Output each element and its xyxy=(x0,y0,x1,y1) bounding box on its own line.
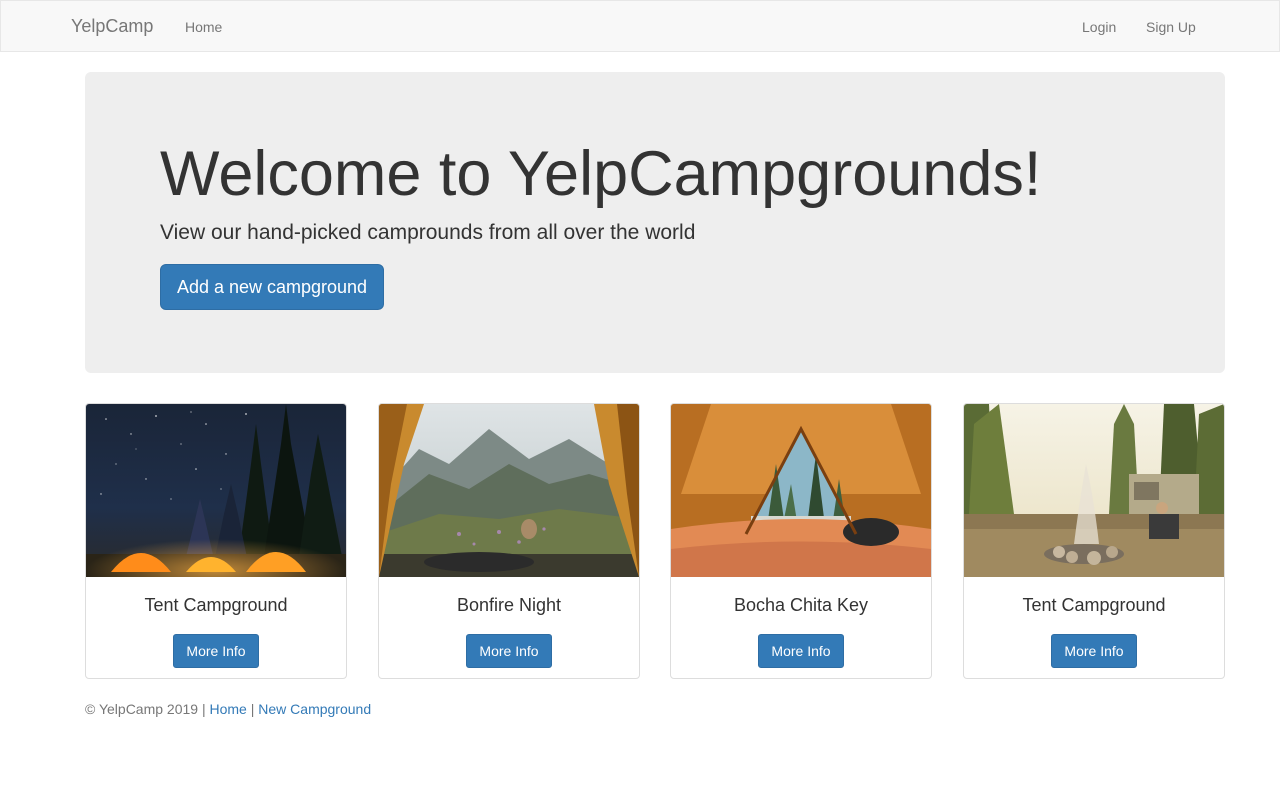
footer-home-link[interactable]: Home xyxy=(210,701,247,717)
footer-separator: | xyxy=(198,701,210,717)
tent-view-forest-photo[interactable] xyxy=(671,404,931,577)
more-info-button[interactable]: More Info xyxy=(173,634,259,668)
add-campground-button[interactable]: Add a new campground xyxy=(160,264,384,310)
card-title: Tent Campground xyxy=(1022,595,1166,615)
starry-night-tents-photo[interactable] xyxy=(86,404,346,577)
brand-link[interactable]: YelpCamp xyxy=(71,16,153,37)
campground-card: Bocha Chita Key More Info xyxy=(670,403,932,679)
page-subtitle: View our hand-picked camprounds from all… xyxy=(160,221,696,244)
more-info-button[interactable]: More Info xyxy=(466,634,552,668)
nav-home-link[interactable]: Home xyxy=(185,19,222,35)
footer-copyright: © YelpCamp 2019 xyxy=(85,701,199,717)
campground-card: Tent Campground More Info xyxy=(85,403,347,679)
campground-card: Bonfire Night More Info xyxy=(378,403,640,679)
card-title: Tent Campground xyxy=(144,595,288,615)
jumbotron: Welcome to YelpCampgrounds! View our han… xyxy=(85,72,1225,373)
footer-separator: | xyxy=(246,701,259,717)
campground-card: Tent Campground More Info xyxy=(963,403,1225,679)
page-title: Welcome to YelpCampgrounds! xyxy=(160,139,1042,209)
tent-view-mountains-photo[interactable] xyxy=(379,404,639,577)
navbar: YelpCamp Home Login Sign Up xyxy=(0,0,1280,52)
nav-login-link[interactable]: Login xyxy=(1082,19,1116,35)
more-info-button[interactable]: More Info xyxy=(1051,634,1137,668)
nav-signup-link[interactable]: Sign Up xyxy=(1146,19,1196,35)
more-info-button[interactable]: More Info xyxy=(758,634,844,668)
card-title: Bonfire Night xyxy=(456,595,562,615)
campfire-tent-trailer-photo[interactable] xyxy=(964,404,1224,577)
footer-new-campground-link[interactable]: New Campground xyxy=(258,701,371,717)
footer: © YelpCamp 2019 | Home | New Campground xyxy=(85,701,371,717)
card-title: Bocha Chita Key xyxy=(733,595,869,615)
